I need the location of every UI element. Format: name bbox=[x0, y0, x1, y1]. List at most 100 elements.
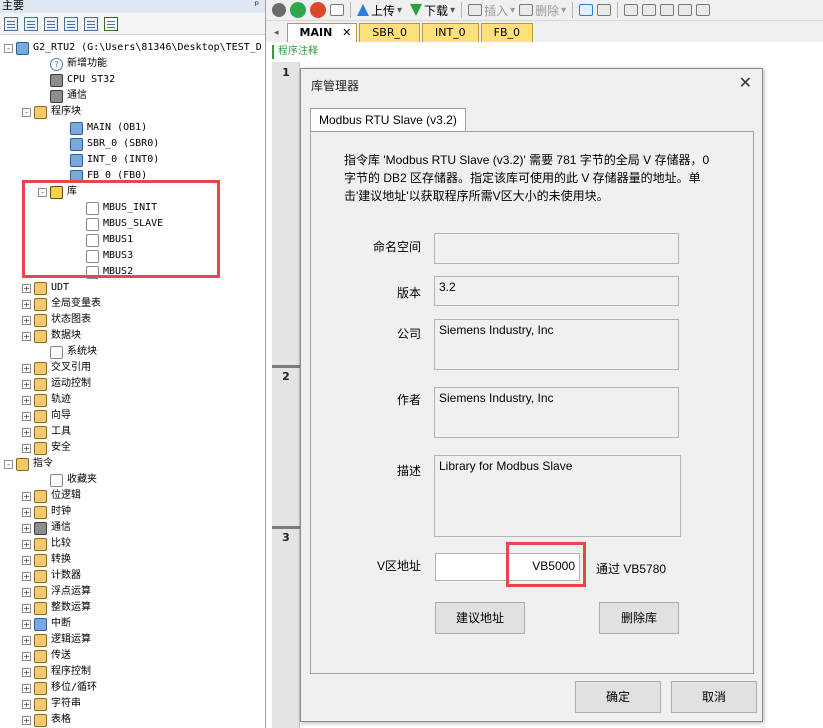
network-number[interactable]: 1 bbox=[272, 66, 300, 79]
tree-item[interactable]: + 时钟 bbox=[22, 504, 71, 520]
tree-item[interactable]: + 位逻辑 bbox=[22, 488, 81, 504]
download-button[interactable]: 下载 ▾ bbox=[410, 2, 455, 19]
expand-icon[interactable]: + bbox=[22, 427, 31, 437]
expand-icon[interactable]: + bbox=[22, 379, 31, 389]
tree-item[interactable]: CPU ST32 bbox=[38, 72, 115, 88]
expand-icon[interactable]: + bbox=[22, 443, 31, 453]
expand-icon[interactable]: + bbox=[22, 683, 31, 693]
collapse-icon[interactable]: - bbox=[4, 459, 13, 469]
list-icon[interactable] bbox=[64, 16, 78, 31]
stop-icon[interactable] bbox=[310, 2, 326, 18]
suggest-address-button[interactable]: 建议地址 bbox=[435, 602, 525, 634]
expand-icon[interactable]: + bbox=[22, 395, 31, 405]
collapse-icon[interactable]: - bbox=[4, 43, 13, 53]
coil-icon[interactable] bbox=[660, 4, 675, 16]
tree-item[interactable]: + 浮点运算 bbox=[22, 584, 91, 600]
chevron-left-icon[interactable]: ◂ bbox=[274, 28, 279, 38]
tree-item[interactable]: + 整数运算 bbox=[22, 600, 91, 616]
chevron-down-icon[interactable]: ▾ bbox=[450, 5, 455, 16]
contact-icon[interactable] bbox=[642, 4, 657, 16]
tab-int0[interactable]: INT_0 bbox=[421, 23, 479, 42]
expand-icon[interactable]: + bbox=[22, 603, 31, 613]
tree-item[interactable]: + 传送 bbox=[22, 648, 71, 664]
expand-icon[interactable]: + bbox=[22, 411, 31, 421]
collapse-icon[interactable]: - bbox=[22, 107, 31, 117]
chevron-down-icon[interactable]: ▾ bbox=[561, 5, 566, 16]
tree-item[interactable]: + 计数器 bbox=[22, 568, 81, 584]
document-icon[interactable] bbox=[44, 16, 58, 31]
program-comment[interactable]: 程序注释 bbox=[272, 45, 812, 59]
expand-icon[interactable]: + bbox=[22, 571, 31, 581]
ok-button[interactable]: 确定 bbox=[575, 681, 661, 713]
tree-item[interactable]: 收藏夹 bbox=[38, 472, 97, 488]
tree-view-icon[interactable] bbox=[4, 16, 18, 31]
compile-icon[interactable] bbox=[272, 3, 286, 17]
tree-item[interactable]: - G2_RTU2 (G:\Users\81346\Desktop\TEST_D bbox=[4, 40, 262, 56]
expand-icon[interactable]: + bbox=[22, 491, 31, 501]
properties-icon[interactable] bbox=[84, 16, 98, 31]
grid-view-icon[interactable] bbox=[24, 16, 38, 31]
expand-icon[interactable]: + bbox=[22, 587, 31, 597]
tree-item[interactable]: - 程序块 bbox=[22, 104, 81, 120]
expand-icon[interactable]: + bbox=[22, 363, 31, 373]
tree-item[interactable]: SBR_0 (SBR0) bbox=[58, 136, 159, 152]
tree-item[interactable]: + 通信 bbox=[22, 520, 71, 536]
expand-icon[interactable]: + bbox=[22, 331, 31, 341]
close-icon[interactable]: ✕ bbox=[739, 73, 752, 93]
expand-icon[interactable]: + bbox=[22, 715, 31, 725]
tree-item[interactable]: + 字符串 bbox=[22, 696, 81, 712]
tree-item[interactable]: - 指令 bbox=[4, 456, 53, 472]
tree-item[interactable]: + 向导 bbox=[22, 408, 71, 424]
run-icon[interactable] bbox=[290, 2, 306, 18]
monitor-icon[interactable] bbox=[104, 16, 118, 31]
expand-icon[interactable]: + bbox=[22, 299, 31, 309]
network-number[interactable]: 3 bbox=[272, 531, 300, 544]
check-icon[interactable] bbox=[330, 4, 344, 16]
tree-item[interactable]: INT_0 (INT0) bbox=[58, 152, 159, 168]
insert-button[interactable]: 插入 ▾ bbox=[468, 2, 515, 19]
tree-item[interactable]: MAIN (OB1) bbox=[58, 120, 147, 136]
expand-icon[interactable]: + bbox=[22, 523, 31, 533]
tab-sbr0[interactable]: SBR_0 bbox=[359, 23, 420, 42]
expand-icon[interactable]: + bbox=[22, 635, 31, 645]
tree-item[interactable]: + UDT bbox=[22, 280, 69, 296]
tree-item[interactable]: + 运动控制 bbox=[22, 376, 91, 392]
network-2-icon[interactable] bbox=[597, 4, 612, 16]
tree-item[interactable]: + 状态图表 bbox=[22, 312, 91, 328]
expand-icon[interactable]: + bbox=[22, 651, 31, 661]
expand-icon[interactable]: + bbox=[22, 315, 31, 325]
chevron-down-icon[interactable]: ▾ bbox=[397, 5, 402, 16]
tab-fb0[interactable]: FB_0 bbox=[480, 23, 534, 42]
timer-icon[interactable] bbox=[678, 4, 693, 16]
pin-icon[interactable]: ᵖ bbox=[255, 0, 259, 11]
tree-item[interactable]: 系统块 bbox=[38, 344, 97, 360]
box-icon[interactable] bbox=[624, 4, 639, 16]
delete-library-button[interactable]: 删除库 bbox=[599, 602, 679, 634]
expand-icon[interactable]: + bbox=[22, 539, 31, 549]
expand-icon[interactable]: + bbox=[22, 283, 31, 293]
tree-item[interactable]: + 逻辑运算 bbox=[22, 632, 91, 648]
tree-item[interactable]: + 程序控制 bbox=[22, 664, 91, 680]
tree-item[interactable]: + 安全 bbox=[22, 440, 71, 456]
tree-item[interactable]: + 转换 bbox=[22, 552, 71, 568]
tree-item[interactable]: + 表格 bbox=[22, 712, 71, 728]
tree-item[interactable]: 通信 bbox=[38, 88, 87, 104]
expand-icon[interactable]: + bbox=[22, 555, 31, 565]
close-icon[interactable]: ✕ bbox=[342, 24, 351, 42]
tree-item[interactable]: + 比较 bbox=[22, 536, 71, 552]
namespace-field[interactable] bbox=[434, 233, 679, 264]
tab-modbus-rtu-slave[interactable]: Modbus RTU Slave (v3.2) bbox=[310, 108, 466, 132]
tree-item[interactable]: + 数据块 bbox=[22, 328, 81, 344]
expand-icon[interactable]: + bbox=[22, 507, 31, 517]
tree-item[interactable]: + 工具 bbox=[22, 424, 71, 440]
tab-main[interactable]: MAIN ✕ bbox=[286, 23, 358, 42]
tree-item[interactable]: ? 新增功能 bbox=[38, 56, 107, 72]
tree-item[interactable]: + 中断 bbox=[22, 616, 71, 632]
expand-icon[interactable]: + bbox=[22, 699, 31, 709]
network-icon[interactable] bbox=[579, 4, 594, 16]
expand-icon[interactable]: + bbox=[22, 667, 31, 677]
cancel-button[interactable]: 取消 bbox=[671, 681, 757, 713]
chevron-down-icon[interactable]: ▾ bbox=[510, 5, 515, 16]
delete-button[interactable]: 删除 ▾ bbox=[519, 2, 566, 19]
tree-item[interactable]: + 移位/循环 bbox=[22, 680, 97, 696]
